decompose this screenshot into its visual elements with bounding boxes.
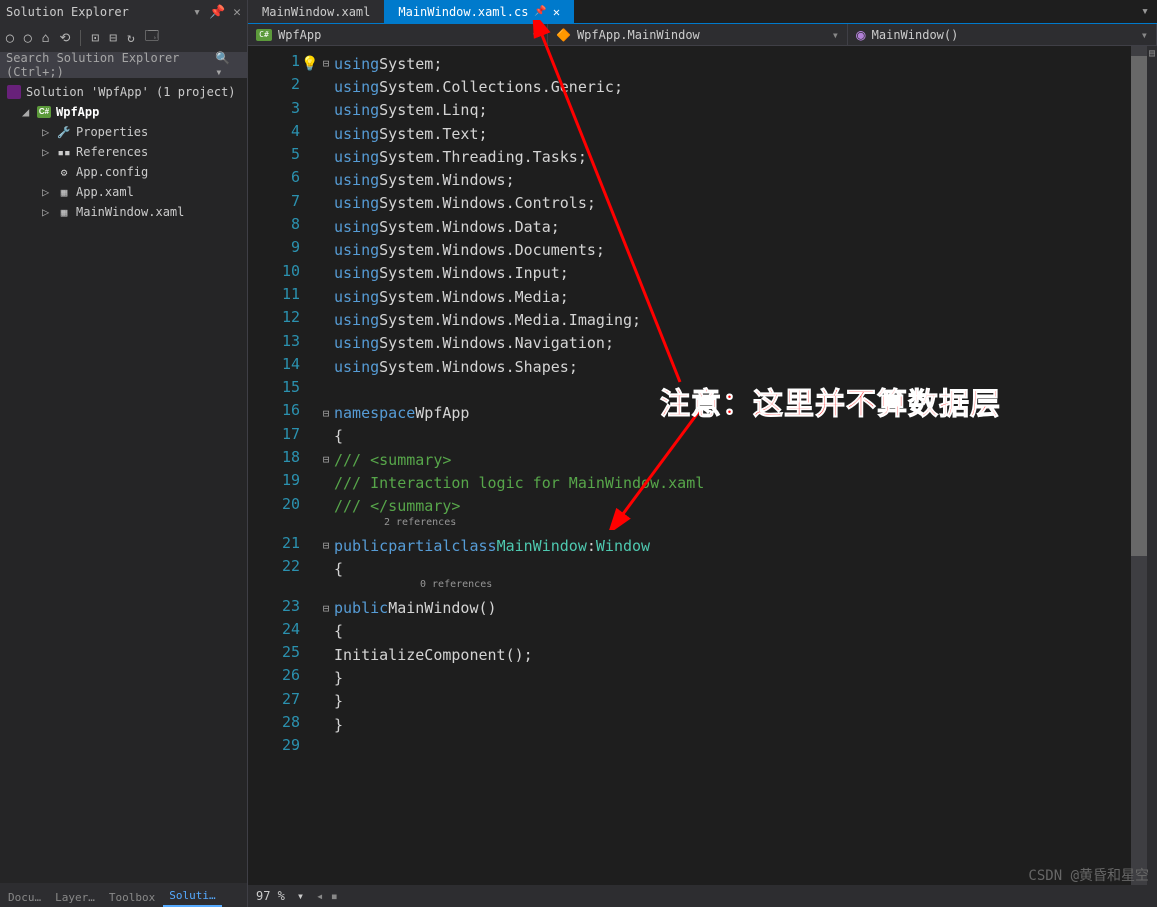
lightbulb-icon[interactable]: 💡 xyxy=(301,56,318,72)
prop-icon[interactable]: 🗔 xyxy=(145,27,159,49)
status-bar: 97 % ▾ ◂ ▪ xyxy=(248,885,1157,907)
sync-icon[interactable]: ⟲ xyxy=(59,31,70,46)
pin-icon[interactable]: 📌 xyxy=(534,6,546,17)
codelens[interactable]: 0 references xyxy=(420,579,492,590)
close-icon[interactable]: ✕ xyxy=(553,5,560,19)
panel-tab-strip: Docu… Layer… Toolbox Soluti… xyxy=(0,883,247,907)
tab-overflow-icon[interactable]: ▾ xyxy=(1133,0,1157,23)
zoom-dropdown-icon[interactable]: ▾ xyxy=(297,889,304,903)
vertical-scrollbar[interactable] xyxy=(1131,46,1147,885)
solution-explorer: Solution Explorer ▾ 📌 ✕ ◯ ◯ ⌂ ⟲ ⊡ ⊟ ↻ 🗔 … xyxy=(0,0,248,907)
panel-controls: ▾ 📌 ✕ xyxy=(193,5,241,20)
project-node[interactable]: ◢ C# WpfApp xyxy=(0,102,247,122)
refresh-icon[interactable]: ↻ xyxy=(127,31,135,46)
toolbar: ◯ ◯ ⌂ ⟲ ⊡ ⊟ ↻ 🗔 xyxy=(0,24,247,52)
editor-main: MainWindow.xaml MainWindow.xaml.cs 📌 ✕ ▾… xyxy=(248,0,1157,907)
tree-item[interactable]: ▷🔧Properties xyxy=(0,122,247,142)
chevron-down-icon: ▾ xyxy=(832,28,839,42)
nav-bar: C# WpfApp ▾ 🔶 WpfApp.MainWindow ▾ ◉ Main… xyxy=(248,24,1157,46)
class-icon: 🔶 xyxy=(556,28,571,42)
editor[interactable]: 💡 12345678910111213141516171819202122232… xyxy=(248,46,1157,885)
tree-item[interactable]: ⚙App.config xyxy=(0,162,247,182)
chevron-down-icon: ▾ xyxy=(532,28,539,42)
panel-tab[interactable]: Docu… xyxy=(2,888,47,907)
solution-node[interactable]: Solution 'WpfApp' (1 project) xyxy=(0,82,247,102)
method-icon: ◉ xyxy=(856,25,866,44)
nav-project[interactable]: C# WpfApp ▾ xyxy=(248,24,548,45)
code-text[interactable]: using System; using System.Collections.G… xyxy=(334,46,1131,885)
zoom-level[interactable]: 97 % xyxy=(256,889,285,903)
panel-tab[interactable]: Toolbox xyxy=(103,888,161,907)
watermark: CSDN @黄昏和星空 xyxy=(1028,865,1149,885)
line-numbers: 1234567891011121314151617181920212223242… xyxy=(248,46,318,885)
forward-icon[interactable]: ◯ xyxy=(24,31,32,46)
csharp-icon: C# xyxy=(256,29,272,41)
collapse-icon[interactable]: ⊟ xyxy=(109,31,117,46)
tree-item[interactable]: ▷▪▪References xyxy=(0,142,247,162)
codelens[interactable]: 2 references xyxy=(384,517,456,528)
panel-header: Solution Explorer ▾ 📌 ✕ xyxy=(0,0,247,24)
tab-inactive[interactable]: MainWindow.xaml xyxy=(248,0,384,23)
panel-tab[interactable]: Layer… xyxy=(49,888,101,907)
showall-icon[interactable]: ⊡ xyxy=(91,31,99,46)
close-icon[interactable]: ✕ xyxy=(233,5,241,20)
annotation-label: 注意：这里并不算数据层 xyxy=(660,379,1001,423)
panel-title: Solution Explorer xyxy=(6,5,129,19)
tree-item[interactable]: ▷▦MainWindow.xaml xyxy=(0,202,247,222)
editor-split-icon[interactable]: ▤ xyxy=(1147,46,1157,885)
tab-active[interactable]: MainWindow.xaml.cs 📌 ✕ xyxy=(384,0,574,23)
back-icon[interactable]: ◯ xyxy=(6,31,14,46)
solution-tree: Solution 'WpfApp' (1 project) ◢ C# WpfAp… xyxy=(0,78,247,883)
chevron-down-icon: ▾ xyxy=(1141,28,1148,42)
nav-class[interactable]: 🔶 WpfApp.MainWindow ▾ xyxy=(548,24,848,45)
search-box[interactable]: Search Solution Explorer (Ctrl+;) 🔍 ▾ xyxy=(0,52,247,78)
search-placeholder: Search Solution Explorer (Ctrl+;) xyxy=(6,51,215,79)
tree-item[interactable]: ▷▦App.xaml xyxy=(0,182,247,202)
pin-icon[interactable]: 📌 xyxy=(209,5,225,20)
nav-member[interactable]: ◉ MainWindow() ▾ xyxy=(848,24,1157,45)
fold-column: ⊟⊟⊟⊟⊟ xyxy=(318,46,334,885)
document-tabs: MainWindow.xaml MainWindow.xaml.cs 📌 ✕ ▾ xyxy=(248,0,1157,24)
dropdown-icon[interactable]: ▾ xyxy=(193,5,201,20)
panel-tab-active[interactable]: Soluti… xyxy=(163,886,221,907)
home-icon[interactable]: ⌂ xyxy=(42,31,50,46)
search-icon: 🔍 ▾ xyxy=(215,51,241,79)
